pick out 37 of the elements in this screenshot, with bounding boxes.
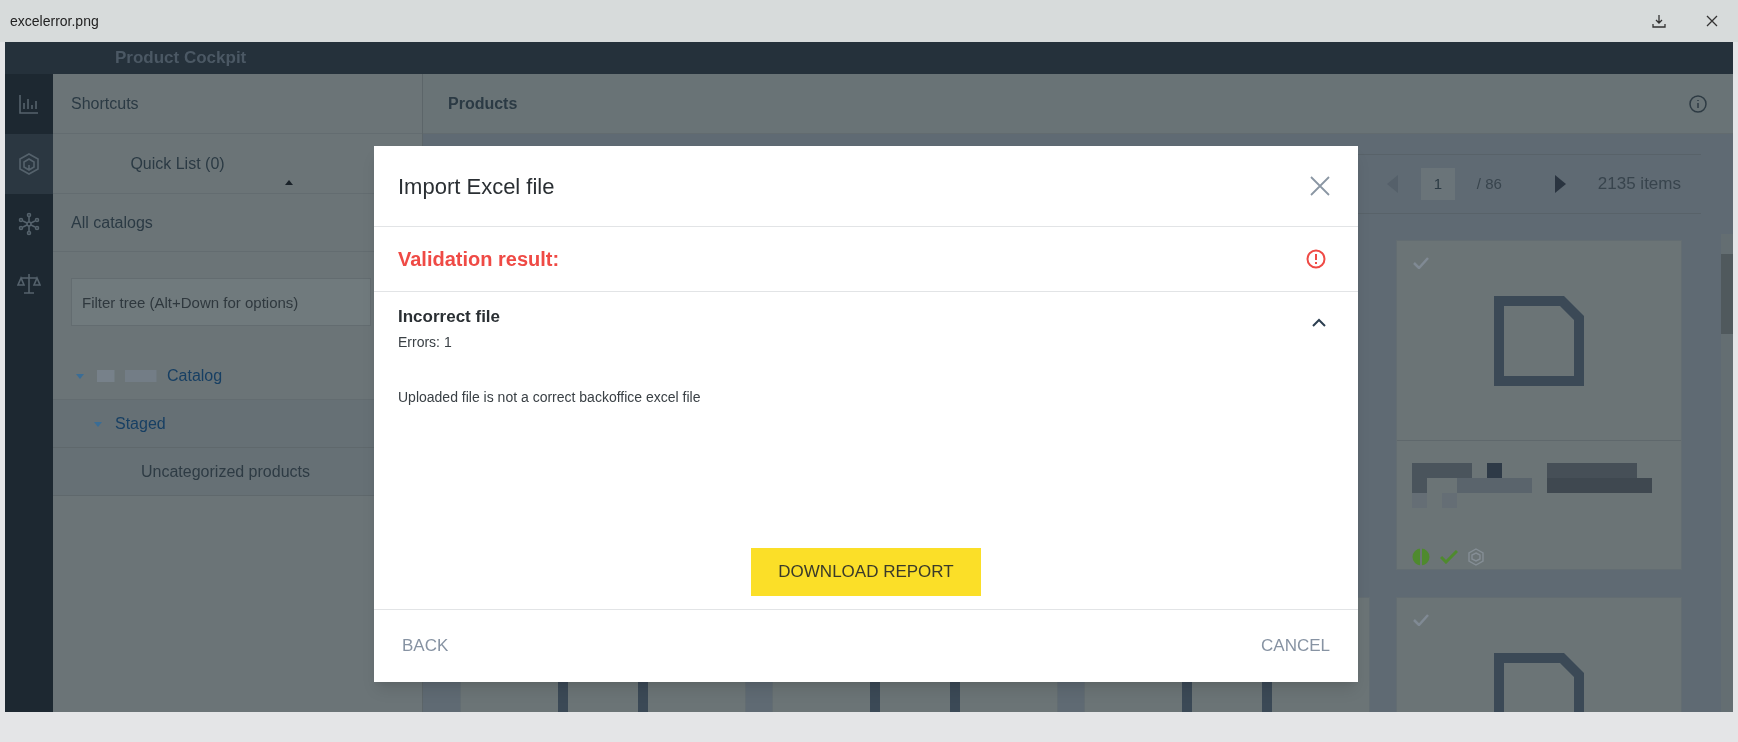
error-count: Errors: 1 — [398, 332, 453, 352]
dialog-title: Import Excel file — [398, 172, 555, 201]
filter-field[interactable]: Filter tree (Alt+Down for options) — [71, 278, 371, 326]
download-icon[interactable] — [1652, 14, 1666, 28]
tree-item[interactable]: Catalog — [167, 363, 223, 388]
triangle-icon — [285, 180, 293, 185]
collapse-button[interactable] — [1312, 318, 1326, 327]
back-button[interactable]: BACK — [402, 633, 449, 659]
network-icon — [17, 212, 41, 236]
close-icon[interactable] — [1706, 15, 1718, 27]
page-number-field[interactable]: 1 — [1420, 168, 1455, 200]
panel-title: Products — [448, 93, 518, 114]
check-icon — [1440, 550, 1458, 564]
cube-icon — [17, 152, 41, 176]
scales-icon — [17, 272, 41, 296]
bar-chart-icon — [17, 92, 41, 116]
scrollbar-thumb[interactable] — [1721, 254, 1733, 334]
cube-icon — [1468, 548, 1484, 566]
sidebar-header: Shortcuts — [71, 93, 139, 114]
error-message: Uploaded file is not a correct backoffice excel file — [398, 387, 702, 407]
check-icon[interactable] — [1413, 614, 1429, 626]
product-card[interactable] — [1396, 240, 1682, 570]
section-title: Incorrect file — [398, 306, 501, 328]
section-title: All catalogs — [71, 212, 153, 233]
cancel-button[interactable]: CANCEL — [1261, 633, 1330, 659]
half-circle-icon — [1412, 548, 1430, 566]
download-report-button[interactable]: DOWNLOAD REPORT — [751, 548, 981, 596]
info-icon[interactable] — [1688, 93, 1708, 114]
chevron-up-icon — [1312, 318, 1326, 327]
quick-list-item[interactable]: Quick List (0) — [130, 151, 225, 176]
validation-label: Validation result: — [398, 247, 560, 272]
tree-item[interactable]: Staged — [115, 411, 166, 436]
warning-icon — [1306, 249, 1326, 269]
file-name: excelerror.png — [10, 11, 99, 31]
close-icon — [1310, 176, 1330, 196]
next-page-icon[interactable] — [1553, 175, 1566, 193]
check-icon[interactable] — [1413, 257, 1429, 269]
